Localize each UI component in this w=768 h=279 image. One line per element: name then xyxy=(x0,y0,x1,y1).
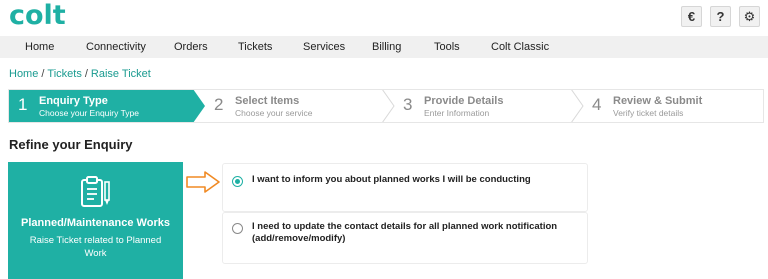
nav-item-connectivity[interactable]: Connectivity xyxy=(86,41,146,53)
language-icon[interactable]: € xyxy=(681,6,702,27)
main-nav: Home Connectivity Orders Tickets Service… xyxy=(0,36,768,58)
breadcrumb-separator: / xyxy=(41,68,45,80)
nav-item-services[interactable]: Services xyxy=(303,41,345,53)
step-select-items[interactable]: 2 Select Items Choose your service xyxy=(204,89,384,123)
step-review-submit[interactable]: 4 Review & Submit Verify ticket details xyxy=(582,89,762,123)
breadcrumb: Home / Tickets / Raise Ticket xyxy=(9,68,151,80)
option-update-contact-details[interactable]: I need to update the contact details for… xyxy=(222,212,588,264)
breadcrumb-raise-ticket: Raise Ticket xyxy=(90,68,151,80)
settings-icon[interactable]: ⚙ xyxy=(739,6,760,27)
step-number: 1 xyxy=(18,95,28,114)
breadcrumb-separator: / xyxy=(84,68,88,80)
step-title: Review & Submit xyxy=(613,95,703,107)
radio-button[interactable] xyxy=(232,223,243,234)
nav-item-billing[interactable]: Billing xyxy=(372,41,401,53)
clipboard-icon xyxy=(81,176,110,207)
step-number: 3 xyxy=(403,95,413,114)
option-label: I need to update the contact details for… xyxy=(252,221,558,244)
card-title: Planned/Maintenance Works xyxy=(21,217,170,229)
step-subtitle: Enter Information xyxy=(424,108,490,118)
step-subtitle: Verify ticket details xyxy=(613,108,684,118)
arrow-right-icon xyxy=(186,171,220,193)
step-provide-details[interactable]: 3 Provide Details Enter Information xyxy=(393,89,573,123)
section-title: Refine your Enquiry xyxy=(9,137,133,152)
step-title: Provide Details xyxy=(424,95,504,107)
nav-item-tickets[interactable]: Tickets xyxy=(238,41,272,53)
nav-item-tools[interactable]: Tools xyxy=(434,41,460,53)
option-inform-planned-works[interactable]: I want to inform you about planned works… xyxy=(222,163,588,212)
breadcrumb-tickets[interactable]: Tickets xyxy=(47,68,81,80)
nav-item-home[interactable]: Home xyxy=(25,41,54,53)
step-subtitle: Choose your Enquiry Type xyxy=(39,108,140,118)
card-subtitle: Raise Ticket related to Planned Work xyxy=(29,235,162,259)
wizard-stepper: 1 Enquiry Type Choose your Enquiry Type … xyxy=(8,89,764,123)
help-icon[interactable]: ? xyxy=(710,6,731,27)
step-title: Enquiry Type xyxy=(39,95,108,107)
step-number: 2 xyxy=(214,95,224,114)
planned-works-card[interactable]: Planned/Maintenance Works Raise Ticket r… xyxy=(8,162,183,279)
colt-logo[interactable]: colt xyxy=(9,2,66,30)
option-label: I want to inform you about planned works… xyxy=(252,174,531,185)
nav-item-orders[interactable]: Orders xyxy=(174,41,208,53)
step-subtitle: Choose your service xyxy=(235,108,313,118)
breadcrumb-home[interactable]: Home xyxy=(9,68,38,80)
radio-button-selected[interactable] xyxy=(232,176,243,187)
top-bar: colt € ? ⚙ xyxy=(0,0,768,36)
step-title: Select Items xyxy=(235,95,300,107)
step-enquiry-type[interactable]: 1 Enquiry Type Choose your Enquiry Type xyxy=(8,89,198,123)
step-number: 4 xyxy=(592,95,602,114)
nav-item-colt-classic[interactable]: Colt Classic xyxy=(491,41,549,53)
top-icons: € ? ⚙ xyxy=(681,6,760,27)
